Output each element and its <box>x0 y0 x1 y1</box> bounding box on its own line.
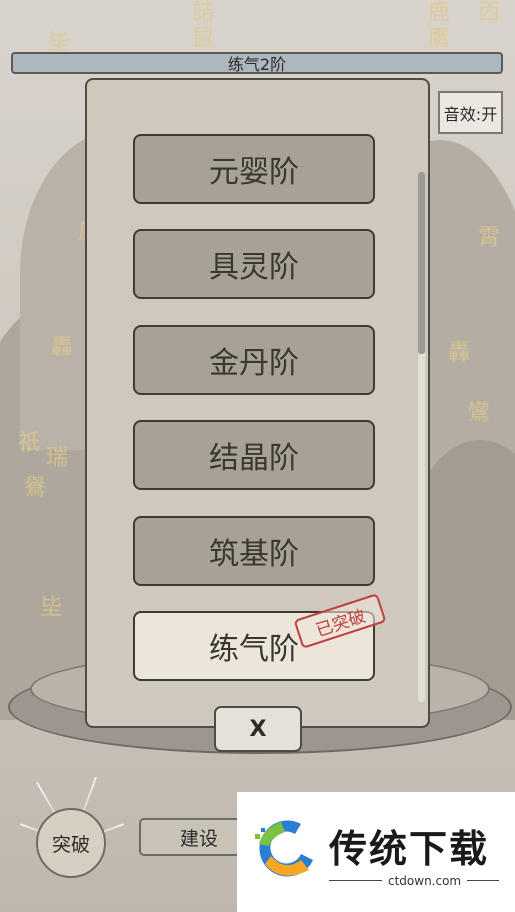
close-button[interactable]: X <box>214 706 302 752</box>
cultivation-level-bar: 练气2阶 <box>11 52 503 74</box>
realm-button-jindan[interactable]: 金丹阶 <box>133 325 375 395</box>
breakthrough-button[interactable]: 突破 <box>36 808 106 878</box>
sound-toggle-button[interactable]: 音效:开 <box>438 91 503 134</box>
realm-button-juling[interactable]: 具灵阶 <box>133 229 375 299</box>
ctdown-logo-icon <box>255 820 313 877</box>
scrollbar-thumb[interactable] <box>418 172 425 354</box>
realm-button-zhuji[interactable]: 筑基阶 <box>133 516 375 586</box>
realm-button-jiejing[interactable]: 结晶阶 <box>133 420 375 490</box>
watermark-brand-name: 传统下载 <box>329 827 490 871</box>
realm-button-yuanying[interactable]: 元婴阶 <box>133 134 375 204</box>
watermark: 传统下载 ctdown.com <box>237 792 515 912</box>
cultivation-level-text: 练气2阶 <box>227 55 287 74</box>
watermark-url: ctdown.com <box>382 874 468 888</box>
